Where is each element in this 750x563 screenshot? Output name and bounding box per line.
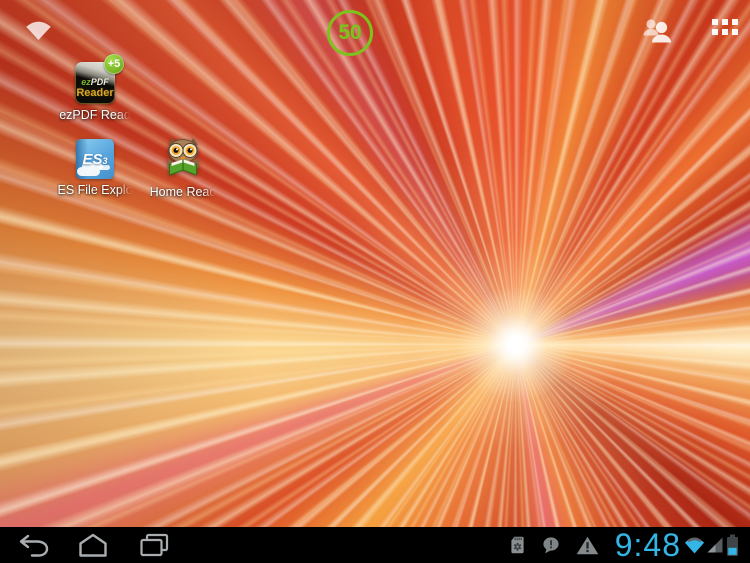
wifi-status-icon	[684, 536, 705, 555]
battery-level-value: 50	[338, 21, 362, 44]
es-file-explorer-app-icon[interactable]: ES3	[76, 139, 114, 179]
home-reader-app-icon[interactable]	[162, 137, 204, 181]
app-ezpdf-reader[interactable]: ezPDF Reader +5 ezPDF Read	[51, 54, 139, 123]
all-apps-icon[interactable]	[712, 19, 738, 36]
clock[interactable]: 9:48	[615, 527, 681, 563]
sd-card-settings-icon[interactable]	[510, 536, 525, 554]
recent-apps-button[interactable]	[138, 527, 170, 563]
status-tray[interactable]: 9:48	[510, 527, 739, 563]
cloud-decoration	[77, 167, 100, 176]
ezpdf-brand-line1: ezPDF	[81, 77, 109, 87]
back-button[interactable]	[16, 527, 50, 563]
home-button[interactable]	[76, 527, 110, 563]
message-alert-icon[interactable]	[542, 536, 560, 554]
people-icon[interactable]	[641, 17, 674, 44]
app-label-es-file-explorer: ES File Explo	[57, 183, 133, 197]
ezpdf-brand-line2: Reader	[76, 87, 114, 99]
es-brand: ES3	[82, 150, 108, 168]
system-bar: 9:48	[0, 527, 750, 563]
cell-signal-icon	[706, 536, 724, 554]
app-home-reader[interactable]: Home Read	[139, 137, 227, 200]
navigation-buttons	[0, 527, 170, 563]
owl-reading-icon	[167, 138, 199, 176]
warning-triangle-icon[interactable]	[576, 536, 599, 555]
app-es-file-explorer[interactable]: ES3 ES File Explo	[51, 139, 139, 198]
battery-level-widget[interactable]: 50	[327, 10, 373, 56]
battery-status-icon	[726, 534, 739, 557]
ezpdf-reader-app-icon[interactable]: ezPDF Reader +5	[75, 54, 124, 104]
update-count-badge: +5	[104, 54, 124, 74]
android-home-screen: 50 ezPDF Reader +5 ezPDF Read ES3 ES Fil…	[0, 0, 750, 563]
app-label-home-reader: Home Read	[149, 185, 217, 199]
app-label-ezpdf: ezPDF Read	[59, 108, 131, 122]
wifi-icon	[25, 19, 52, 42]
